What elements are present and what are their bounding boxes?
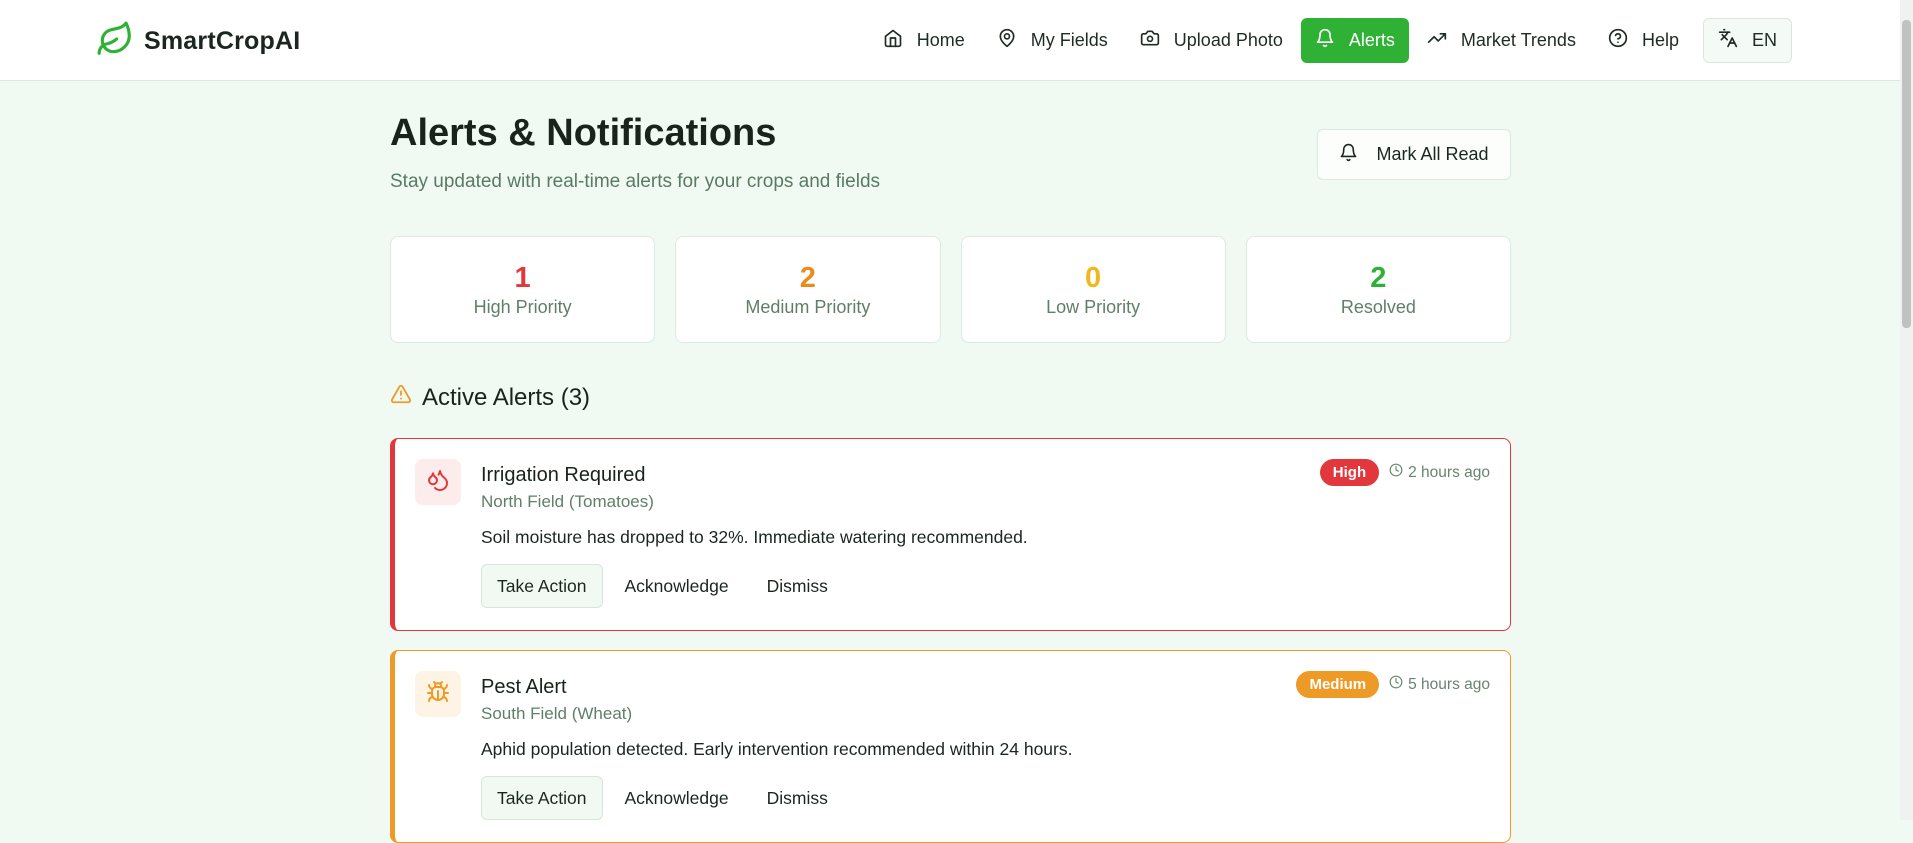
alert-timestamp: 5 hours ago bbox=[1389, 675, 1490, 694]
alert-timestamp: 2 hours ago bbox=[1389, 463, 1490, 482]
nav-alerts[interactable]: Alerts bbox=[1300, 18, 1409, 63]
page-scrollbar[interactable] bbox=[1900, 0, 1913, 820]
mark-all-read-button[interactable]: Mark All Read bbox=[1317, 129, 1511, 180]
stat-value: 0 bbox=[1085, 262, 1102, 294]
take-action-button[interactable]: Take Action bbox=[481, 776, 603, 820]
priority-badge: High bbox=[1319, 459, 1380, 486]
page-title: Alerts & Notifications bbox=[390, 112, 777, 154]
bug-icon bbox=[426, 680, 450, 709]
priority-stats: 1 High Priority 2 Medium Priority 0 Low … bbox=[390, 236, 1511, 343]
clock-icon bbox=[1389, 463, 1403, 482]
take-action-button[interactable]: Take Action bbox=[481, 564, 603, 608]
nav-my-fields[interactable]: My Fields bbox=[983, 18, 1122, 63]
stat-card-high: 1 High Priority bbox=[390, 236, 656, 343]
priority-badge: Medium bbox=[1296, 671, 1380, 698]
active-alerts-title: Active Alerts (3) bbox=[422, 383, 591, 411]
brand-logo-link[interactable]: SmartCropAI bbox=[96, 20, 300, 63]
bell-icon bbox=[1315, 28, 1335, 53]
stat-value: 2 bbox=[1370, 262, 1387, 294]
scrollbar-thumb[interactable] bbox=[1902, 20, 1911, 328]
stat-card-resolved: 2 Resolved bbox=[1245, 236, 1511, 343]
stat-label: Low Priority bbox=[1046, 297, 1141, 317]
dismiss-button[interactable]: Dismiss bbox=[751, 776, 844, 820]
trending-up-icon bbox=[1427, 28, 1447, 53]
alert-time: 5 hours ago bbox=[1408, 675, 1490, 693]
nav-help-label: Help bbox=[1641, 30, 1679, 50]
mark-all-read-label: Mark All Read bbox=[1376, 144, 1489, 164]
stat-card-medium: 2 Medium Priority bbox=[675, 236, 941, 343]
alert-field: North Field (Tomatoes) bbox=[481, 492, 654, 511]
stat-value: 1 bbox=[514, 262, 531, 294]
nav-alerts-label: Alerts bbox=[1348, 30, 1395, 50]
bell-icon bbox=[1339, 143, 1358, 167]
stat-label: Resolved bbox=[1340, 297, 1416, 317]
nav-upload-photo[interactable]: Upload Photo bbox=[1126, 18, 1297, 63]
nav-upload-photo-label: Upload Photo bbox=[1173, 30, 1283, 50]
page-subtitle: Stay updated with real-time alerts for y… bbox=[390, 171, 881, 192]
leaf-icon bbox=[96, 20, 134, 63]
droplets-icon bbox=[426, 468, 450, 497]
map-pin-icon bbox=[997, 28, 1017, 53]
acknowledge-button[interactable]: Acknowledge bbox=[609, 776, 745, 820]
stat-value: 2 bbox=[799, 262, 816, 294]
main-nav: Home My Fields Upload Photo Alerts Marke… bbox=[869, 18, 1792, 63]
alert-title: Pest Alert bbox=[481, 676, 567, 698]
help-circle-icon bbox=[1608, 28, 1628, 53]
clock-icon bbox=[1389, 675, 1403, 694]
nav-market-trends[interactable]: Market Trends bbox=[1413, 18, 1590, 63]
stat-label: Medium Priority bbox=[745, 297, 871, 317]
alert-meta: Medium 5 hours ago bbox=[1296, 671, 1490, 698]
stat-card-low: 0 Low Priority bbox=[960, 236, 1226, 343]
alert-time: 2 hours ago bbox=[1408, 463, 1490, 481]
acknowledge-button[interactable]: Acknowledge bbox=[609, 564, 745, 608]
top-navigation-bar: SmartCropAI Home My Fields Upload Photo … bbox=[0, 0, 1900, 81]
alert-card: Pest Alert South Field (Wheat) Aphid pop… bbox=[390, 650, 1511, 843]
alert-icon-tile bbox=[415, 671, 461, 717]
camera-icon bbox=[1140, 28, 1160, 53]
nav-market-trends-label: Market Trends bbox=[1460, 30, 1576, 50]
brand-name: SmartCropAI bbox=[144, 27, 301, 55]
home-icon bbox=[883, 28, 903, 53]
alert-message: Aphid population detected. Early interve… bbox=[481, 739, 1073, 759]
nav-my-fields-label: My Fields bbox=[1030, 30, 1108, 50]
alert-icon-tile bbox=[415, 459, 461, 505]
language-code: EN bbox=[1751, 30, 1777, 50]
language-switcher[interactable]: EN bbox=[1702, 18, 1792, 63]
alert-title: Irrigation Required bbox=[481, 464, 646, 486]
dismiss-button[interactable]: Dismiss bbox=[751, 564, 844, 608]
nav-home[interactable]: Home bbox=[869, 18, 979, 63]
alert-field: South Field (Wheat) bbox=[481, 704, 633, 723]
alert-actions: Take Action Acknowledge Dismiss bbox=[481, 776, 844, 820]
alert-meta: High 2 hours ago bbox=[1319, 459, 1490, 486]
warning-triangle-icon bbox=[390, 383, 412, 412]
alert-message: Soil moisture has dropped to 32%. Immedi… bbox=[481, 527, 1028, 547]
alert-card: Irrigation Required North Field (Tomatoe… bbox=[390, 438, 1511, 631]
alert-actions: Take Action Acknowledge Dismiss bbox=[481, 564, 844, 608]
nav-home-label: Home bbox=[916, 30, 965, 50]
nav-help[interactable]: Help bbox=[1594, 18, 1693, 63]
languages-icon bbox=[1718, 28, 1738, 53]
stat-label: High Priority bbox=[473, 297, 572, 317]
active-alerts-heading: Active Alerts (3) bbox=[390, 383, 590, 412]
